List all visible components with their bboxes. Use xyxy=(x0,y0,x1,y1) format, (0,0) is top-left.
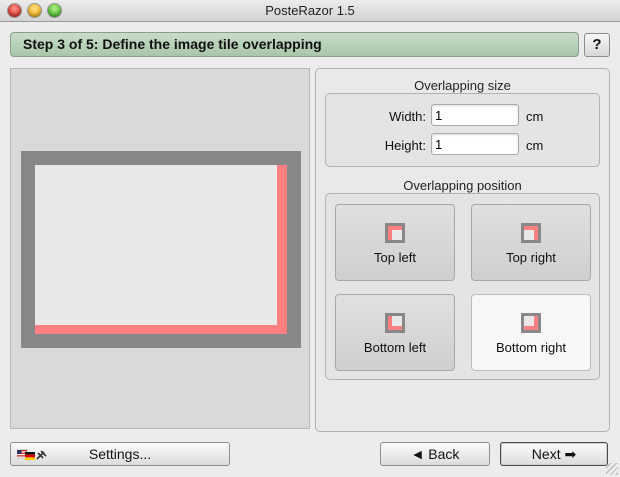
preview-panel xyxy=(10,68,310,429)
next-button[interactable]: Next ➡ xyxy=(500,442,608,466)
top-left-overlap-icon xyxy=(385,223,405,243)
height-label: Height: xyxy=(384,138,426,153)
width-input[interactable] xyxy=(431,104,519,126)
right-overlap-strip xyxy=(277,165,287,334)
poster-preview xyxy=(21,151,301,348)
width-unit: cm xyxy=(526,109,544,124)
bottom-left-overlap-icon xyxy=(385,313,405,333)
bottom-right-overlap-icon xyxy=(521,313,541,333)
width-label: Width: xyxy=(389,109,426,124)
bottom-left-label: Bottom left xyxy=(363,340,427,355)
settings-button[interactable]: Settings... xyxy=(10,442,230,466)
overlapping-position-group: Top left Top right Bottom left Bottom ri… xyxy=(325,193,600,380)
bottom-right-button[interactable]: Bottom right xyxy=(471,294,591,371)
help-button[interactable]: ? xyxy=(584,33,610,57)
bottom-left-button[interactable]: Bottom left xyxy=(335,294,455,371)
overlapping-size-group: Width: cm Height: cm xyxy=(325,93,600,167)
top-right-label: Top right xyxy=(506,250,556,265)
step-header: Step 3 of 5: Define the image tile overl… xyxy=(10,32,579,57)
back-button[interactable]: ◄ Back xyxy=(380,442,490,466)
height-unit: cm xyxy=(526,138,544,153)
bottom-overlap-strip xyxy=(35,325,287,334)
resize-grip-icon[interactable] xyxy=(606,463,618,475)
top-right-button[interactable]: Top right xyxy=(471,204,591,281)
window-title-bar: PosteRazor 1.5 xyxy=(0,0,620,22)
settings-label: Settings... xyxy=(88,446,152,462)
top-left-label: Top left xyxy=(374,250,416,265)
top-left-button[interactable]: Top left xyxy=(335,204,455,281)
overlapping-position-title: Overlapping position xyxy=(403,178,522,193)
overlap-settings-panel: Overlapping size Width: cm Height: cm Ov… xyxy=(315,68,610,432)
language-flags-icon xyxy=(17,449,47,461)
tile-image-area xyxy=(35,165,287,334)
bottom-right-label: Bottom right xyxy=(495,340,567,355)
overlapping-size-title: Overlapping size xyxy=(414,78,511,93)
height-input[interactable] xyxy=(431,133,519,155)
window-title: PosteRazor 1.5 xyxy=(265,3,355,18)
top-right-overlap-icon xyxy=(521,223,541,243)
